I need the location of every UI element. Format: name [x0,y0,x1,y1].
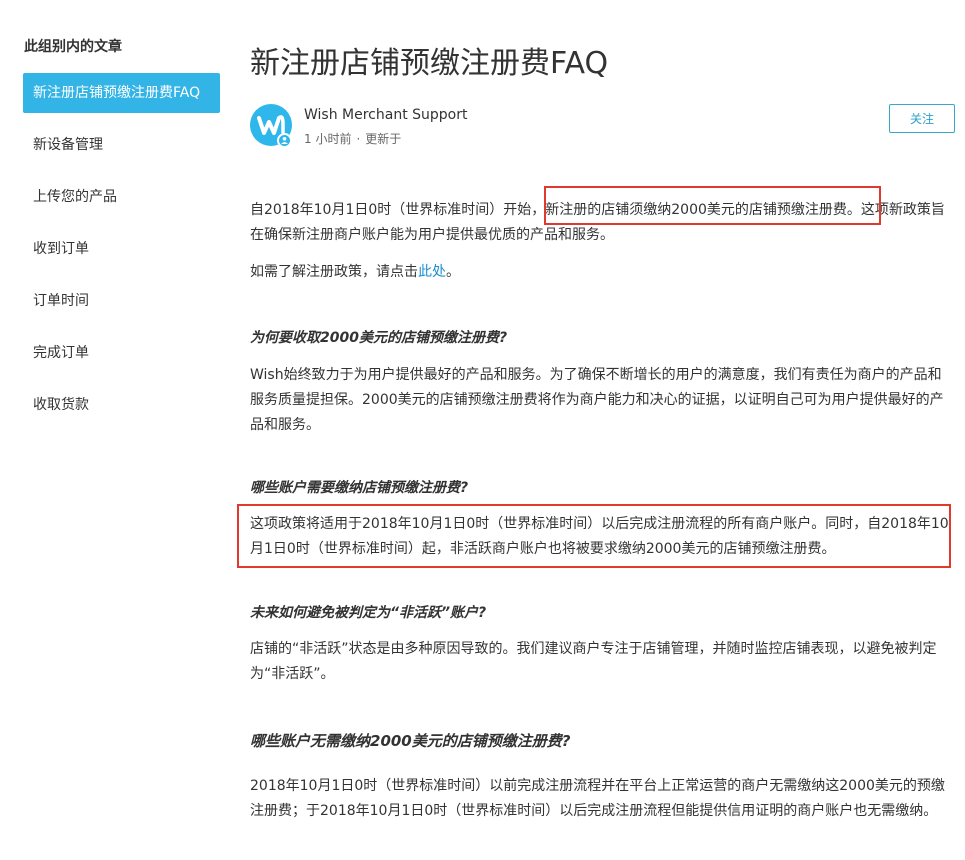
sidebar-nav: 新注册店铺预缴注册费FAQ 新设备管理 上传您的产品 收到订单 订单时间 完成订… [23,73,220,437]
updated-label: 更新于 [365,132,402,146]
policy-line: 如需了解注册政策，请点击此处。 [250,260,955,285]
meta-separator: · [356,132,361,146]
author-name[interactable]: Wish Merchant Support [304,107,468,123]
page-title: 新注册店铺预缴注册费FAQ [250,46,609,81]
sidebar-item-device-management[interactable]: 新设备管理 [23,125,220,165]
policy-link[interactable]: 此处 [418,264,446,280]
user-badge-icon [277,133,292,148]
sidebar: 此组别内的文章 新注册店铺预缴注册费FAQ 新设备管理 上传您的产品 收到订单 … [0,0,228,860]
section-body-avoid-inactive: 店铺的“非活跃”状态是由多种原因导致的。我们建议商户专注于店铺管理，并随时监控店… [250,641,937,682]
sidebar-item-order-time[interactable]: 订单时间 [23,281,220,321]
intro-paragraph: 自2018年10月1日0时（世界标准时间）开始，新注册的店铺须缴纳2000美元的… [250,198,955,248]
follow-button[interactable]: 关注 [889,104,955,133]
sidebar-item-new-store-fee-faq[interactable]: 新注册店铺预缴注册费FAQ [23,73,220,113]
sidebar-item-collect-payment[interactable]: 收取货款 [23,385,220,425]
section-body-exempt: 2018年10月1日0时（世界标准时间）以前完成注册流程并在平台上正常运营的商户… [250,778,945,819]
avatar[interactable] [250,104,292,148]
author-block: Wish Merchant Support 1 小时前 · 更新于 关注 [250,104,955,150]
sidebar-item-receive-orders[interactable]: 收到订单 [23,229,220,269]
policy-text: 如需了解注册政策，请点击 [250,264,418,280]
relative-time: 1 小时前 [304,132,352,146]
section-heading-why-fee: 为何要收取2000美元的店铺预缴注册费? [250,330,508,346]
intro-text-start: 自2018年10月1日0时（世界标准时间）开始， [250,202,546,218]
section-heading-who-pays: 哪些账户需要缴纳店铺预缴注册费? [250,480,469,496]
policy-text-end: 。 [446,264,460,280]
intro-highlight: 新注册的店铺须缴纳2000美元的店铺预缴注册费 [545,202,847,218]
article: 新注册店铺预缴注册费FAQ Wish Merchant Support 1 小时… [250,0,955,860]
section-heading-avoid-inactive: 未来如何避免被判定为“非活跃”账户? [250,605,487,621]
section-body-why-fee: Wish始终致力于为用户提供最好的产品和服务。为了确保不断增长的用户的满意度，我… [250,367,944,433]
section-heading-exempt: 哪些账户无需缴纳2000美元的店铺预缴注册费? [250,732,571,750]
sidebar-title: 此组别内的文章 [24,39,122,55]
section-body-who-pays: 这项政策将适用于2018年10月1日0时（世界标准时间）以后完成注册流程的所有商… [250,516,949,557]
article-meta: 1 小时前 · 更新于 [304,130,401,147]
sidebar-item-upload-products[interactable]: 上传您的产品 [23,177,220,217]
sidebar-item-fulfill-orders[interactable]: 完成订单 [23,333,220,373]
